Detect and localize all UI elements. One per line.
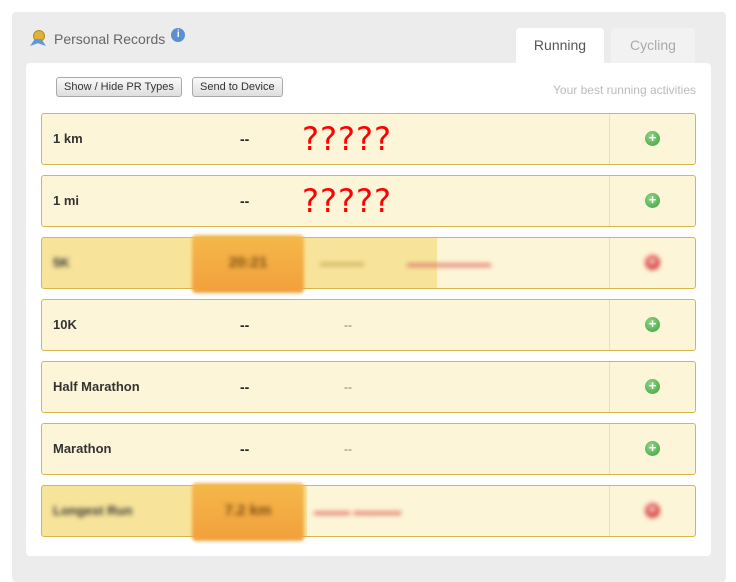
record-time: -- <box>240 131 250 147</box>
record-name: Marathon <box>53 441 112 456</box>
remove-icon[interactable]: × <box>645 255 660 270</box>
record-time[interactable]: 7.2 km <box>192 486 304 536</box>
record-row-10k: 10K -- -- + <box>41 299 696 351</box>
record-name: Longest Run <box>53 503 133 518</box>
annotation-text: ????? <box>302 120 392 158</box>
divider <box>609 362 610 412</box>
record-date: -- <box>344 318 352 332</box>
record-detail: ▬▬▬▬ <box>320 257 364 269</box>
record-row-1mi: 1 mi -- ????? + <box>41 175 696 227</box>
panel-title: Personal Records <box>54 31 166 47</box>
record-date: -- <box>344 442 352 456</box>
add-icon[interactable]: + <box>645 131 660 146</box>
divider <box>609 300 610 350</box>
divider <box>609 424 610 474</box>
medal-icon <box>30 30 46 48</box>
annotation-text: ????? <box>302 182 392 220</box>
add-icon[interactable]: + <box>645 317 660 332</box>
divider <box>609 238 610 288</box>
record-name: 1 km <box>53 131 83 146</box>
divider <box>609 486 610 536</box>
add-icon[interactable]: + <box>645 193 660 208</box>
record-row-marathon: Marathon -- -- + <box>41 423 696 475</box>
divider <box>609 176 610 226</box>
send-to-device-button[interactable]: Send to Device <box>192 77 283 97</box>
show-hide-pr-types-button[interactable]: Show / Hide PR Types <box>56 77 182 97</box>
subtitle: Your best running activities <box>553 83 696 97</box>
tab-cycling[interactable]: Cycling <box>611 28 695 64</box>
add-icon[interactable]: + <box>645 441 660 456</box>
record-row-half-marathon: Half Marathon -- -- + <box>41 361 696 413</box>
panel-header: Personal Records i <box>30 28 186 48</box>
record-time: -- <box>240 193 250 209</box>
divider <box>609 114 610 164</box>
add-icon[interactable]: + <box>645 379 660 394</box>
record-name: 10K <box>53 317 77 332</box>
record-name: 5K <box>53 255 70 270</box>
record-name: 1 mi <box>53 193 80 208</box>
record-time: -- <box>240 317 250 333</box>
record-row-5k: 5K 20:21 ▬▬▬▬ ▬▬▬▬▬▬▬ × <box>41 235 696 293</box>
info-icon[interactable]: i <box>171 28 186 42</box>
tab-running[interactable]: Running <box>516 28 604 64</box>
record-activity-link[interactable]: ▬▬▬▬▬▬▬ <box>407 238 491 288</box>
record-name: Half Marathon <box>53 379 140 394</box>
record-activity-link[interactable]: ▬▬▬ ▬▬▬▬ <box>314 486 401 536</box>
remove-icon[interactable]: × <box>645 503 660 518</box>
record-row-1km: 1 km -- ????? + <box>41 113 696 165</box>
record-row-longest-run: Longest Run 7.2 km ▬▬▬ ▬▬▬▬ × <box>41 483 696 541</box>
record-date: -- <box>344 380 352 394</box>
record-time: -- <box>240 441 250 457</box>
record-time[interactable]: 20:21 <box>192 238 304 288</box>
record-time: -- <box>240 379 250 395</box>
